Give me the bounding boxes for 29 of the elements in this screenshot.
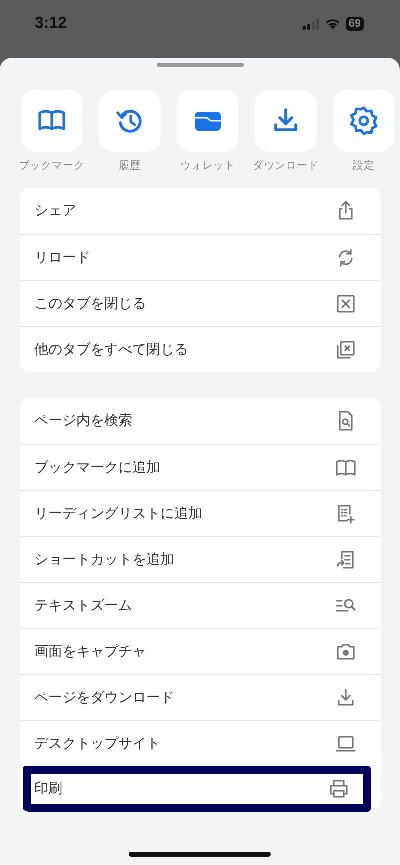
menu-item[interactable]: このタブを閉じる <box>20 280 380 326</box>
quick-action-button[interactable] <box>21 90 83 152</box>
signal-icon <box>302 18 320 30</box>
menu-item[interactable]: デスクトップサイト <box>20 720 380 766</box>
quick-action-button[interactable] <box>255 90 317 152</box>
menu-item[interactable]: リーディングリストに追加 <box>20 490 380 536</box>
menu-item[interactable]: ページをダウンロード <box>20 674 380 720</box>
clock-time: 3:12 <box>35 15 68 33</box>
menu-item[interactable]: ブックマークに追加 <box>20 444 380 490</box>
menu-item[interactable]: 印刷 <box>22 766 370 812</box>
menu-item[interactable]: テキストズーム <box>20 582 380 628</box>
action-label: ダウンロード <box>253 159 319 173</box>
action-label: 設定 <box>353 159 375 173</box>
settings-icon <box>348 105 380 137</box>
menu-item[interactable]: リロード <box>20 234 380 280</box>
action-label: ブックマーク <box>19 159 85 173</box>
menu-item[interactable]: ショートカットを追加 <box>20 536 380 582</box>
quick-action-button[interactable] <box>99 90 161 152</box>
wifi-icon <box>324 18 341 30</box>
menu-item[interactable]: ページ内を検索 <box>20 398 380 444</box>
action-label: 履歴 <box>119 159 141 173</box>
action-label: ウォレット <box>180 159 236 173</box>
battery-level: 69 <box>346 17 364 31</box>
menu-item[interactable]: 他のタブをすべて閉じる <box>20 326 380 372</box>
drag-handle[interactable] <box>156 63 244 67</box>
menu-item[interactable]: 画面をキャプチャ <box>20 628 380 674</box>
quick-action-button[interactable] <box>333 90 395 152</box>
quick-action-button[interactable] <box>177 90 239 152</box>
menu-item[interactable]: シェア <box>20 188 380 234</box>
